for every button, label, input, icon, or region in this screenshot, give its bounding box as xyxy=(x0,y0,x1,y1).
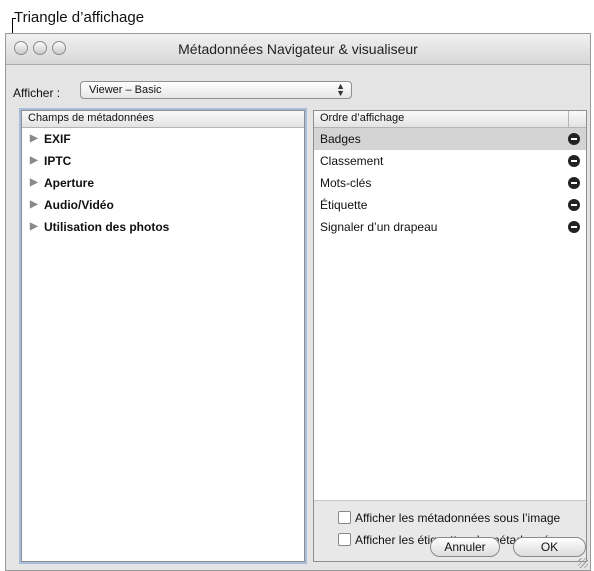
disclosure-triangle-icon[interactable]: ▶ xyxy=(30,150,38,172)
disclosure-triangle-icon[interactable]: ▶ xyxy=(30,172,38,194)
remove-icon[interactable] xyxy=(568,221,580,233)
display-order-item[interactable]: Classement xyxy=(314,150,586,172)
metadata-dialog: Métadonnées Navigateur & visualiseur Aff… xyxy=(5,33,591,571)
metadata-fields-header-label: Champs de métadonnées xyxy=(28,112,154,124)
metadata-field-item[interactable]: ▶ IPTC xyxy=(22,150,304,172)
metadata-field-item[interactable]: ▶ EXIF xyxy=(22,128,304,150)
window-title: Métadonnées Navigateur & visualiseur xyxy=(178,41,418,57)
metadata-field-label: EXIF xyxy=(44,132,71,146)
callout-label: Triangle d’affichage xyxy=(14,9,145,26)
remove-icon[interactable] xyxy=(568,133,580,145)
disclosure-triangle-icon[interactable]: ▶ xyxy=(30,128,38,150)
afficher-popup[interactable]: Viewer – Basic ▲ ▼ xyxy=(80,81,352,99)
metadata-field-item[interactable]: ▶ Utilisation des photos xyxy=(22,216,304,238)
metadata-fields-header: Champs de métadonnées xyxy=(22,111,304,128)
afficher-label: Afficher : xyxy=(13,86,61,100)
disclosure-triangle-icon[interactable]: ▶ xyxy=(30,216,38,238)
metadata-field-label: Audio/Vidéo xyxy=(44,198,114,212)
show-below-image-option[interactable]: Afficher les métadonnées sous l’image xyxy=(338,511,560,525)
show-labels-checkbox[interactable] xyxy=(338,533,351,546)
display-order-list: Badges Classement Mots-clés Étiquette Signal… xyxy=(314,128,586,238)
display-order-item[interactable]: Mots-clés xyxy=(314,172,586,194)
metadata-field-item[interactable]: ▶ Aperture xyxy=(22,172,304,194)
display-order-label: Signaler d’un drapeau xyxy=(320,220,438,234)
metadata-field-item[interactable]: ▶ Audio/Vidéo xyxy=(22,194,304,216)
metadata-field-label: Aperture xyxy=(44,176,95,190)
metadata-fields-list: ▶ EXIF ▶ IPTC ▶ Aperture ▶ Audio/Vidéo ▶ Utilisat… xyxy=(22,128,304,238)
metadata-fields-panel[interactable]: Champs de métadonnées ▶ EXIF ▶ IPTC ▶ Apertur… xyxy=(21,110,305,562)
display-order-label: Classement xyxy=(320,154,384,168)
display-order-label: Mots-clés xyxy=(320,176,372,190)
display-order-item[interactable]: Badges xyxy=(314,128,586,150)
metadata-field-label: IPTC xyxy=(44,154,72,168)
display-order-header: Ordre d’affichage xyxy=(314,111,586,128)
afficher-popup-value: Viewer – Basic xyxy=(89,84,162,96)
display-order-label: Badges xyxy=(320,132,361,146)
display-order-item[interactable]: Étiquette xyxy=(314,194,586,216)
display-order-header-label: Ordre d’affichage xyxy=(320,112,405,124)
resize-grip[interactable] xyxy=(578,558,588,568)
disclosure-triangle-icon[interactable]: ▶ xyxy=(30,194,38,216)
display-order-panel[interactable]: Ordre d’affichage Badges Classement Mots-c… xyxy=(313,110,587,562)
remove-icon[interactable] xyxy=(568,155,580,167)
display-order-label: Étiquette xyxy=(320,198,368,212)
header-separator xyxy=(568,111,569,128)
remove-icon[interactable] xyxy=(568,199,580,211)
display-order-item[interactable]: Signaler d’un drapeau xyxy=(314,216,586,238)
ok-button[interactable]: OK xyxy=(513,537,586,557)
remove-icon[interactable] xyxy=(568,177,580,189)
metadata-field-label: Utilisation des photos xyxy=(44,220,170,234)
popup-arrows-icon: ▲ ▼ xyxy=(336,81,345,98)
title-bar: Métadonnées Navigateur & visualiseur xyxy=(6,34,590,65)
cancel-button[interactable]: Annuler xyxy=(430,537,500,557)
show-below-image-checkbox[interactable] xyxy=(338,511,351,524)
show-below-image-label: Afficher les métadonnées sous l’image xyxy=(355,511,561,525)
